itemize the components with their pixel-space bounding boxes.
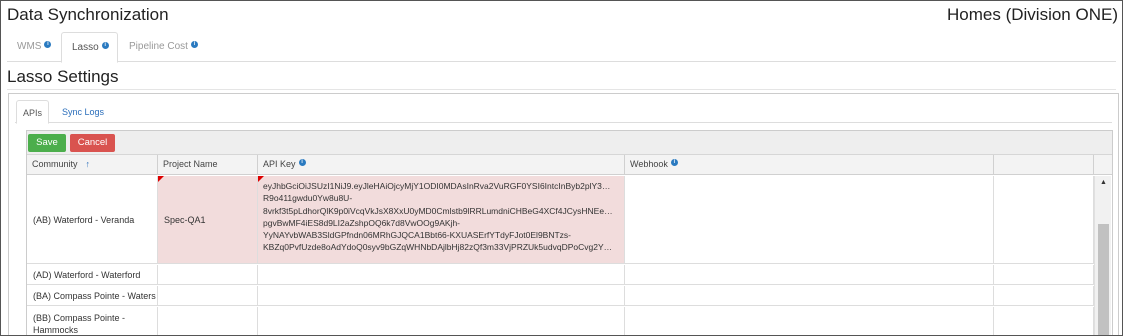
sort-ascending-icon: ↑: [85, 159, 91, 169]
column-label: API Key: [263, 159, 296, 169]
table-row[interactable]: (AD) Waterford - Waterford: [27, 265, 1094, 285]
cancel-button[interactable]: Cancel: [70, 134, 115, 152]
tab-label: WMS: [17, 41, 42, 52]
grid-header: Community ↑ Project Name API Key i Webhook…: [27, 155, 1112, 175]
vertical-scrollbar[interactable]: ▲: [1094, 176, 1112, 335]
table-row[interactable]: (BA) Compass Pointe - Waters: [27, 286, 1094, 306]
scroll-thumb[interactable]: [1098, 224, 1109, 335]
cell-community[interactable]: (AD) Waterford - Waterford: [27, 265, 158, 284]
api-key-line: 8vrkf3t5pLdhorQlK9p0iVcqVkJsX8XxU0yMD0Cm…: [263, 205, 613, 216]
cell-api-key[interactable]: eyJhbGciOiJSUzI1NiJ9.eyJleHAiOjcyMjY1ODI…: [258, 176, 625, 263]
column-label: Webhook: [630, 159, 668, 169]
column-header-webhook[interactable]: Webhook i: [625, 155, 994, 175]
main-tabs: WMS i Lasso i Pipeline Cost i: [7, 32, 1116, 63]
api-key-line: KBZq0PvfUzde8oAdYdoQ0syv9bGZqWHNbDAjlbHj…: [263, 242, 613, 253]
api-key-line: YyNAYvbWAB3SldGPfndn06MRhGJQCA1Bbt66-KXU…: [263, 230, 572, 241]
tab-sync-logs[interactable]: Sync Logs: [55, 100, 111, 123]
tab-lasso[interactable]: Lasso i: [61, 32, 118, 63]
table-row[interactable]: (AB) Waterford - Veranda Spec-QA1 eyJhbG…: [27, 176, 1094, 264]
cell-api-key[interactable]: [258, 265, 625, 284]
cell-webhook[interactable]: [625, 307, 994, 335]
cell-project-name[interactable]: [158, 286, 258, 305]
settings-panel: APIs Sync Logs Save Cancel Community ↑ Pr…: [8, 93, 1119, 335]
info-icon[interactable]: i: [101, 42, 109, 49]
api-key-line: pgvBwMF4iES8d9LI2aZshpOQ6k7d8VwOOg9AKjh-: [263, 217, 461, 228]
column-header-extra: [994, 155, 1094, 175]
info-icon[interactable]: i: [190, 41, 198, 48]
table-row[interactable]: (BB) Compass Pointe - Hammocks: [27, 307, 1094, 335]
save-button[interactable]: Save: [28, 134, 66, 152]
cell-project-name[interactable]: [158, 265, 258, 284]
cell-extra: [994, 286, 1094, 305]
tab-label: Lasso: [72, 42, 99, 53]
column-header-community[interactable]: Community ↑: [27, 155, 158, 175]
column-header-project-name[interactable]: Project Name: [158, 155, 258, 175]
column-header-scroll-spacer: [1094, 155, 1112, 175]
cell-api-key[interactable]: [258, 307, 625, 335]
sub-tabs: APIs Sync Logs: [15, 100, 1112, 124]
grid-toolbar: Save Cancel: [27, 131, 1112, 155]
cell-webhook[interactable]: [625, 286, 994, 305]
tab-label: Pipeline Cost: [129, 41, 188, 52]
api-key-line: eyJhbGciOiJSUzI1NiJ9.eyJleHAiOjcyMjY1ODI…: [263, 181, 611, 191]
cell-webhook[interactable]: [625, 265, 994, 284]
cell-community[interactable]: (BB) Compass Pointe - Hammocks: [27, 307, 158, 335]
cell-community[interactable]: (BA) Compass Pointe - Waters: [27, 286, 158, 305]
api-grid: Save Cancel Community ↑ Project Name API …: [26, 130, 1113, 335]
section-title: Lasso Settings: [7, 67, 119, 86]
tab-pipeline-cost[interactable]: Pipeline Cost i: [129, 32, 209, 62]
scroll-up-icon[interactable]: ▲: [1095, 176, 1112, 190]
app-window: Data Synchronization Homes (Division ONE…: [0, 0, 1123, 336]
info-icon[interactable]: i: [44, 41, 52, 48]
cell-extra: [994, 265, 1094, 284]
tab-wms[interactable]: WMS i: [17, 32, 57, 62]
cell-extra: [994, 307, 1094, 335]
cell-api-key[interactable]: [258, 286, 625, 305]
page-header: Data Synchronization Homes (Division ONE…: [7, 5, 1118, 27]
api-key-value: eyJhbGciOiJSUzI1NiJ9.eyJleHAiOjcyMjY1ODI…: [258, 176, 624, 254]
cell-community[interactable]: (AB) Waterford - Veranda: [27, 176, 158, 263]
app-title: Data Synchronization: [7, 5, 169, 24]
division-title: Homes (Division ONE): [947, 5, 1118, 24]
column-header-api-key[interactable]: API Key i: [258, 155, 625, 175]
cell-project-name[interactable]: [158, 307, 258, 335]
tab-apis[interactable]: APIs: [16, 100, 49, 124]
cell-webhook[interactable]: [625, 176, 994, 263]
section-divider: [7, 89, 1116, 90]
community-line: Hammocks: [33, 325, 79, 335]
cell-project-name[interactable]: Spec-QA1: [158, 176, 258, 263]
community-line: (BB) Compass Pointe -: [33, 313, 126, 323]
info-icon[interactable]: i: [670, 159, 678, 166]
api-key-line: R9o411gwdu0Yw8u8U-: [263, 193, 353, 204]
column-label: Community: [32, 159, 78, 169]
info-icon[interactable]: i: [298, 159, 306, 166]
cell-extra: [994, 176, 1094, 263]
